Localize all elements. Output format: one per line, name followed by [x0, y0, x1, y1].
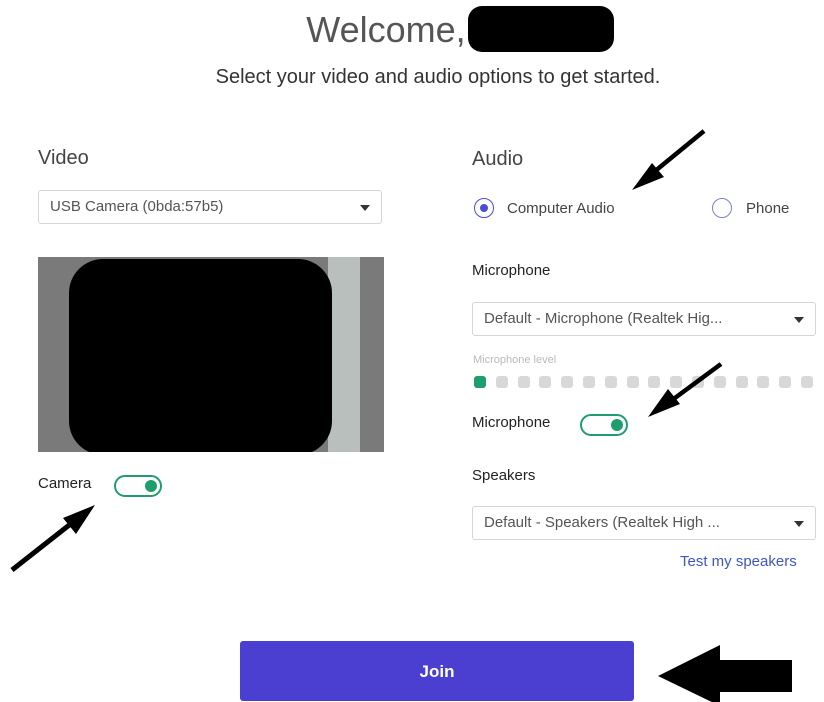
arrow-to-join-button-icon	[658, 645, 792, 702]
arrow-to-microphone-toggle-icon	[648, 362, 723, 417]
annotation-arrows	[10, 129, 792, 702]
arrow-to-computer-audio-icon	[632, 129, 706, 190]
arrow-to-camera-toggle-icon	[10, 505, 95, 572]
